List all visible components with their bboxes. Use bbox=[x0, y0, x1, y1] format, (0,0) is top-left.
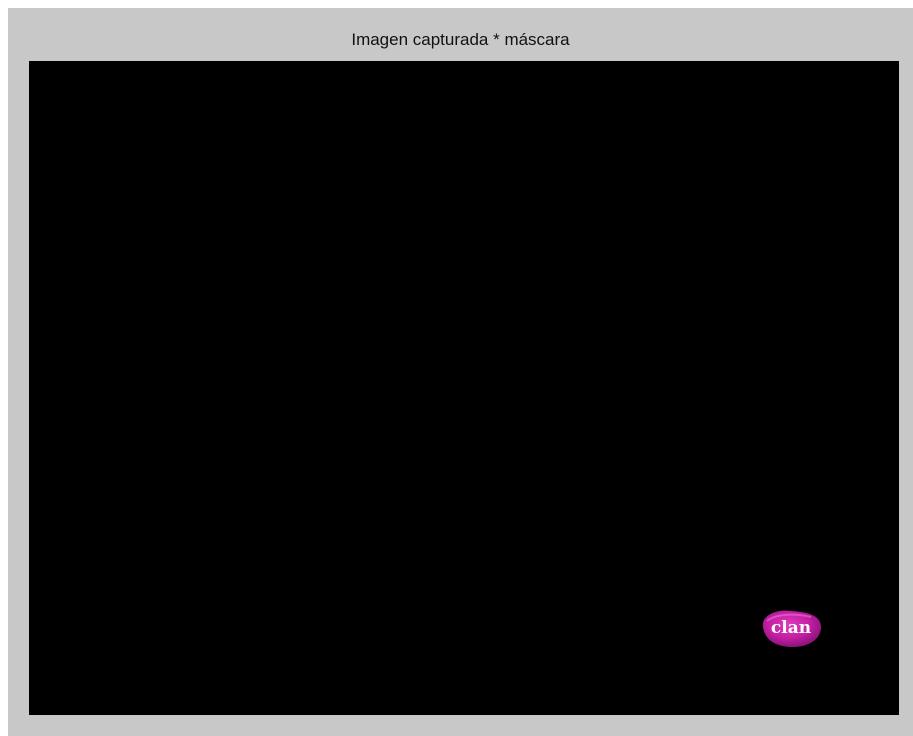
clan-logo: clan bbox=[755, 605, 827, 651]
clan-logo-text: clan bbox=[771, 618, 811, 638]
masked-image-display: clan bbox=[29, 61, 899, 715]
clan-logo-graphic: clan bbox=[762, 610, 821, 647]
figure-title: Imagen capturada * máscara bbox=[351, 30, 570, 49]
figure-window: Imagen capturada * máscara clan bbox=[8, 8, 913, 736]
